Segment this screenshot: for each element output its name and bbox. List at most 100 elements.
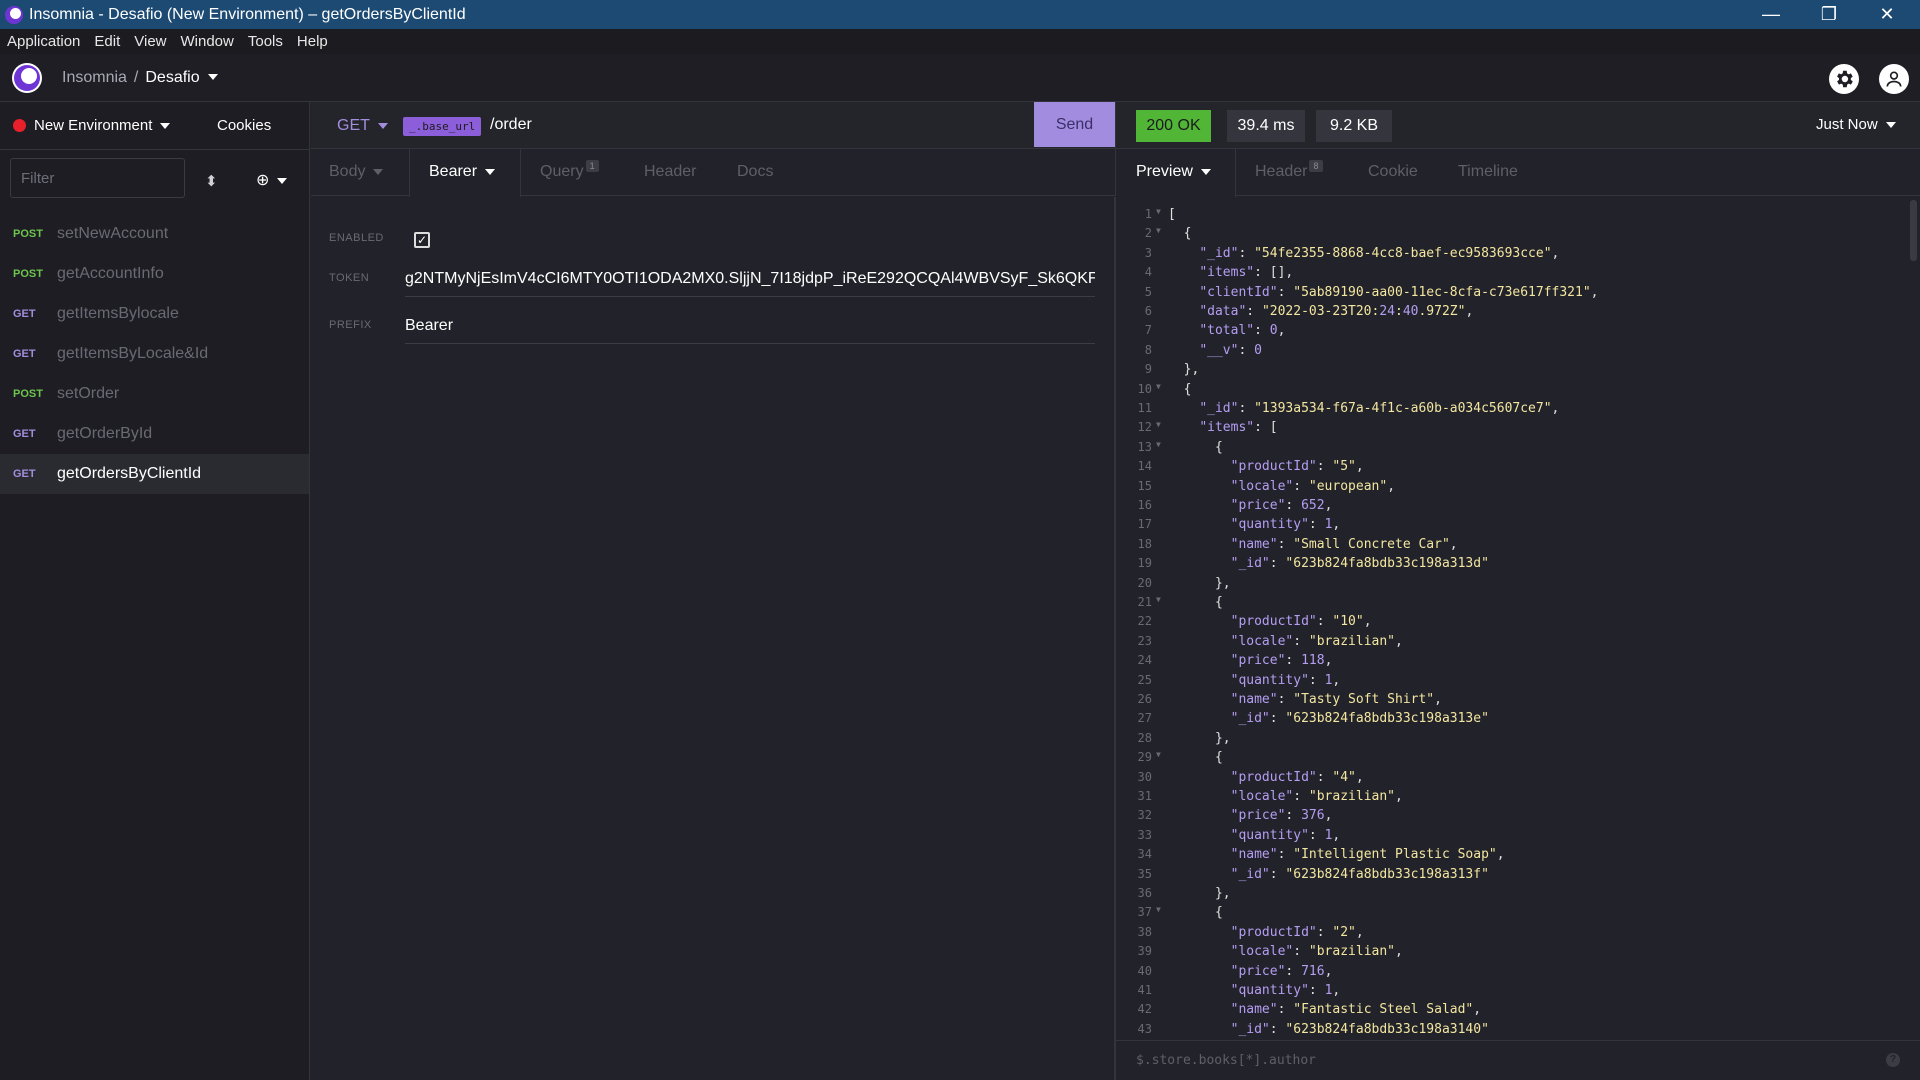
code-text: { — [1168, 439, 1223, 455]
code-text: "_id": "54fe2355-8868-4cc8-baef-ec958369… — [1199, 245, 1560, 261]
request-item[interactable]: GET getItemsByLocale&Id — [0, 334, 309, 374]
code-text: "productId": "4", — [1230, 769, 1364, 785]
chevron-down-icon — [277, 177, 288, 184]
close-button[interactable]: ✕ — [1858, 0, 1916, 29]
line-number: 3 — [1144, 245, 1152, 260]
method-badge: GET — [13, 428, 36, 440]
menu-window[interactable]: Window — [174, 33, 241, 50]
menu-tools[interactable]: Tools — [241, 33, 290, 50]
code-text: "_id": "623b824fa8bdb33c198a313e" — [1230, 711, 1489, 727]
fold-toggle-icon[interactable]: ▼ — [1156, 750, 1161, 759]
minimize-button[interactable]: — — [1742, 0, 1800, 29]
line-number: 11 — [1137, 401, 1152, 415]
code-text: "__v": 0 — [1199, 342, 1262, 358]
method-badge: GET — [13, 348, 36, 360]
tab-response-header[interactable]: Header 8 — [1255, 160, 1323, 181]
code-text: }, — [1168, 362, 1200, 378]
code-text: "name": "Fantastic Steel Salad", — [1230, 1002, 1482, 1018]
filter-input[interactable]: Filter — [10, 158, 185, 198]
tab-bearer[interactable]: Bearer — [429, 163, 496, 181]
fold-toggle-icon[interactable]: ▼ — [1156, 440, 1161, 449]
method-dropdown[interactable]: GET — [337, 117, 388, 135]
add-request-button[interactable]: ⊕ — [256, 170, 288, 190]
prefix-label: PREFIX — [329, 319, 372, 331]
request-item[interactable]: POST setNewAccount — [0, 214, 309, 254]
method-badge: POST — [13, 228, 43, 240]
request-item-active[interactable]: GET getOrdersByClientId — [0, 454, 309, 494]
method-value: GET — [337, 117, 370, 134]
workspace-dropdown[interactable]: Desafio — [145, 69, 218, 87]
cookies-button[interactable]: Cookies — [217, 117, 271, 134]
request-item[interactable]: GET getOrderById — [0, 414, 309, 454]
fold-toggle-icon[interactable]: ▼ — [1156, 420, 1161, 429]
line-number: 40 — [1137, 963, 1152, 978]
request-name: setOrder — [57, 385, 120, 402]
tab-body-label: Body — [329, 163, 366, 180]
code-text: "data": "2022-03-23T20:24:40.972Z", — [1199, 304, 1474, 319]
request-item[interactable]: POST getAccountInfo — [0, 254, 309, 294]
tab-body[interactable]: Body — [329, 163, 384, 181]
fold-toggle-icon[interactable]: ▼ — [1156, 382, 1161, 391]
url-variable-tag[interactable]: _.base_url — [403, 117, 482, 136]
code-text: "_id": "623b824fa8bdb33c198a313d" — [1230, 556, 1489, 572]
line-number: 36 — [1137, 886, 1152, 900]
fold-toggle-icon[interactable]: ▼ — [1156, 207, 1161, 216]
fold-toggle-icon[interactable]: ▼ — [1156, 905, 1161, 914]
response-timestamp: Just Now — [1816, 116, 1878, 133]
fold-toggle-icon[interactable]: ▼ — [1156, 226, 1161, 235]
history-dropdown[interactable]: Just Now — [1816, 116, 1896, 133]
code-text: "price": 716, — [1230, 963, 1333, 979]
menu-view[interactable]: View — [127, 33, 173, 50]
environment-row: New Environment Cookies — [0, 102, 309, 150]
minimize-icon: — — [1762, 4, 1780, 24]
code-text: "productId": "2", — [1230, 924, 1364, 940]
help-icon[interactable]: ? — [1886, 1053, 1900, 1067]
line-number: 12 — [1137, 420, 1152, 435]
breadcrumb-root[interactable]: Insomnia — [62, 69, 127, 87]
code-text: "locale": "european", — [1230, 478, 1396, 494]
request-item[interactable]: POST setOrder — [0, 374, 309, 414]
code-text: "locale": "brazilian", — [1230, 789, 1403, 804]
sidebar: New Environment Cookies Filter ⬍ ⊕ POST s… — [0, 102, 310, 1080]
user-icon — [1886, 71, 1902, 87]
line-number: 14 — [1137, 459, 1152, 474]
request-name: getOrdersByClientId — [57, 465, 202, 482]
tab-cookie[interactable]: Cookie — [1368, 163, 1418, 181]
sort-icon[interactable]: ⬍ — [205, 172, 218, 190]
line-number: 42 — [1137, 1002, 1152, 1017]
token-input[interactable]: g2NTMyNjEsImV4cCI6MTY0OTI1ODA2MX0.SljjN_… — [405, 270, 1095, 297]
header-count-badge: 8 — [1309, 160, 1323, 172]
enabled-checkbox[interactable]: ✓ — [414, 232, 430, 248]
response-preview[interactable]: 1 ▼ [2 ▼ {3 "_id": "54fe2355-8868-4cc8-baef… — [1115, 197, 1920, 1040]
code-text: "price": 118, — [1230, 653, 1333, 669]
tab-query[interactable]: Query 1 — [540, 160, 599, 181]
line-number: 38 — [1137, 924, 1152, 939]
insomnia-logo-icon[interactable] — [12, 62, 42, 93]
prefix-input[interactable]: Bearer — [405, 317, 1095, 344]
restore-button[interactable]: ❐ — [1800, 0, 1858, 29]
tab-timeline[interactable]: Timeline — [1458, 163, 1518, 181]
line-number: 34 — [1137, 847, 1152, 862]
settings-button[interactable] — [1829, 64, 1859, 94]
account-button[interactable] — [1879, 64, 1909, 94]
tab-docs[interactable]: Docs — [737, 163, 773, 181]
request-tabs: Body Bearer Query 1 Header Docs — [311, 149, 1115, 197]
response-filter-input[interactable]: $.store.books[*].author — [1136, 1053, 1316, 1068]
tab-preview[interactable]: Preview — [1136, 163, 1211, 181]
menu-application[interactable]: Application — [0, 33, 87, 50]
menu-help[interactable]: Help — [290, 33, 335, 50]
request-name: getOrderById — [57, 425, 153, 442]
response-time-badge: 39.4 ms — [1227, 110, 1305, 142]
request-item[interactable]: GET getItemsBylocale — [0, 294, 309, 334]
url-bar: GET _.base_url /order — [311, 102, 1115, 149]
menu-edit[interactable]: Edit — [87, 33, 127, 50]
fold-toggle-icon[interactable]: ▼ — [1156, 595, 1161, 604]
tab-header[interactable]: Header — [644, 163, 696, 181]
response-scrollbar[interactable] — [1910, 200, 1917, 261]
line-number: 16 — [1137, 498, 1152, 512]
send-button[interactable]: Send — [1034, 102, 1115, 147]
request-name: setNewAccount — [57, 225, 169, 242]
line-number: 4 — [1144, 265, 1152, 280]
environment-dropdown[interactable]: New Environment — [34, 117, 171, 134]
url-input[interactable]: /order — [490, 116, 532, 134]
